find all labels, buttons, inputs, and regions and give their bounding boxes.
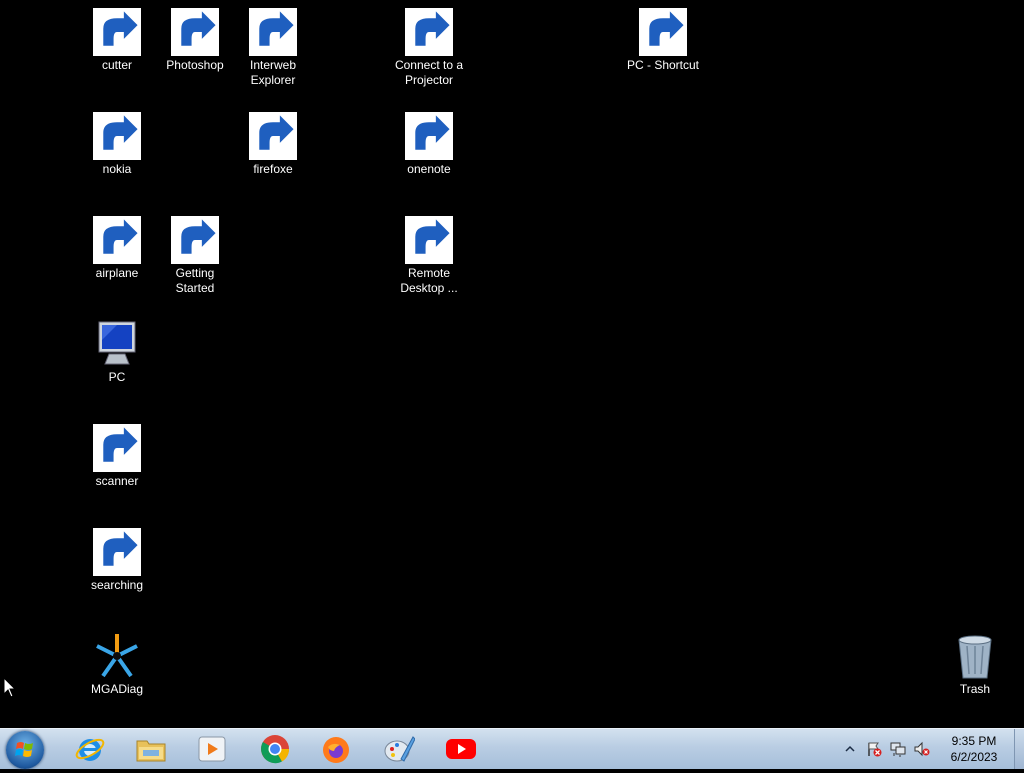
desktop-icon-nokia[interactable]: nokia <box>78 112 156 177</box>
clock-date: 6/2/2023 <box>950 750 998 764</box>
desktop-icon-searching[interactable]: searching <box>78 528 156 593</box>
mgadiag-star-icon <box>93 632 141 680</box>
desktop-icon-label: scanner <box>95 474 139 488</box>
taskbar-clock[interactable]: 9:35 PM 6/2/2023 <box>935 733 1013 765</box>
taskbar: 9:35 PM 6/2/2023 <box>0 728 1024 769</box>
desktop-icon-label: Remote Desktop ... <box>400 266 458 295</box>
desktop-icon-label: PC <box>108 370 126 384</box>
internet-explorer-icon <box>75 738 105 761</box>
taskbar-chrome[interactable] <box>249 731 301 767</box>
desktop-icon-connect-to-projector[interactable]: Connect to a Projector <box>390 8 468 88</box>
desktop-icon-getting-started[interactable]: Getting Started <box>156 216 234 296</box>
desktop-icon-pc[interactable]: PC <box>78 320 156 385</box>
taskbar-file-explorer[interactable] <box>125 731 177 767</box>
chrome-icon <box>249 8 297 56</box>
paint-icon <box>384 736 415 762</box>
desktop-icon-label: MGADiag <box>90 682 143 696</box>
desktop-icon-label: Getting Started <box>175 266 215 295</box>
paint-palette-icon <box>171 8 219 56</box>
computer-icon <box>639 8 687 56</box>
desktop-icon-label: onenote <box>407 162 451 176</box>
fax-printer-icon <box>93 424 141 472</box>
desktop-icon-firefoxe[interactable]: firefoxe <box>234 112 312 177</box>
computer-icon <box>93 320 141 368</box>
shortcut-arrow-icon <box>93 8 141 56</box>
magnifier-computer-icon <box>93 528 141 576</box>
show-desktop-button[interactable] <box>1014 729 1024 769</box>
desktop-icon-label: airplane <box>95 266 139 280</box>
scissors-icon <box>93 8 141 56</box>
desktop-icon-remote-desktop[interactable]: Remote Desktop ... <box>390 216 468 296</box>
desktop-icon-cutter[interactable]: cutter <box>78 8 156 73</box>
file-explorer-icon <box>136 740 166 762</box>
desktop-icon-label: PC - Shortcut <box>626 58 700 72</box>
desktop: cutter Photoshop Interweb Explorer Conne… <box>0 0 1024 728</box>
desktop-icon-label: cutter <box>101 58 132 72</box>
action-center-flag-icon[interactable] <box>866 741 882 757</box>
network-icon[interactable] <box>890 741 906 757</box>
taskbar-firefox[interactable] <box>310 731 362 767</box>
mouse-cursor-icon <box>3 677 17 698</box>
start-button[interactable] <box>6 731 44 769</box>
taskbar-youtube[interactable] <box>435 731 487 767</box>
recycle-bin-icon <box>951 632 999 680</box>
desktop-icon-label: nokia <box>102 162 132 176</box>
desktop-icon-label: searching <box>90 578 144 592</box>
desktop-icon-onenote[interactable]: onenote <box>390 112 468 177</box>
desktop-icon-trash[interactable]: Trash <box>936 632 1014 697</box>
youtube-icon <box>446 739 476 759</box>
desktop-icon-photoshop[interactable]: Photoshop <box>156 8 234 73</box>
firefox-icon <box>249 112 297 160</box>
desktop-icon-scanner[interactable]: scanner <box>78 424 156 489</box>
paper-plane-icon <box>93 216 141 264</box>
projector-monitor-icon <box>405 8 453 56</box>
desktop-icon-mgadiag[interactable]: MGADiag <box>78 632 156 697</box>
desktop-icon-label: firefoxe <box>253 162 293 176</box>
chrome-icon <box>261 735 290 764</box>
desktop-icon-label: Interweb Explorer <box>249 58 297 87</box>
sticky-notes-icon <box>405 112 453 160</box>
getting-started-icon <box>171 216 219 264</box>
desktop-icon-label: Trash <box>959 682 991 696</box>
remote-desktop-icon <box>405 216 453 264</box>
desktop-icon-label: Connect to a Projector <box>394 58 464 87</box>
volume-muted-icon[interactable] <box>914 741 930 757</box>
windows-logo-icon <box>15 742 33 757</box>
calculator-icon <box>93 112 141 160</box>
taskbar-paint[interactable] <box>373 731 425 767</box>
show-hidden-icons-icon[interactable] <box>844 744 856 754</box>
media-player-icon <box>198 736 226 762</box>
desktop-icon-pc-shortcut[interactable]: PC - Shortcut <box>624 8 702 73</box>
desktop-icon-airplane[interactable]: airplane <box>78 216 156 281</box>
firefox-icon <box>323 737 349 763</box>
desktop-icon-interweb-explorer[interactable]: Interweb Explorer <box>234 8 312 88</box>
taskbar-internet-explorer[interactable] <box>64 731 116 767</box>
clock-time: 9:35 PM <box>951 734 997 748</box>
taskbar-media-player[interactable] <box>186 731 238 767</box>
desktop-icon-label: Photoshop <box>166 58 224 72</box>
